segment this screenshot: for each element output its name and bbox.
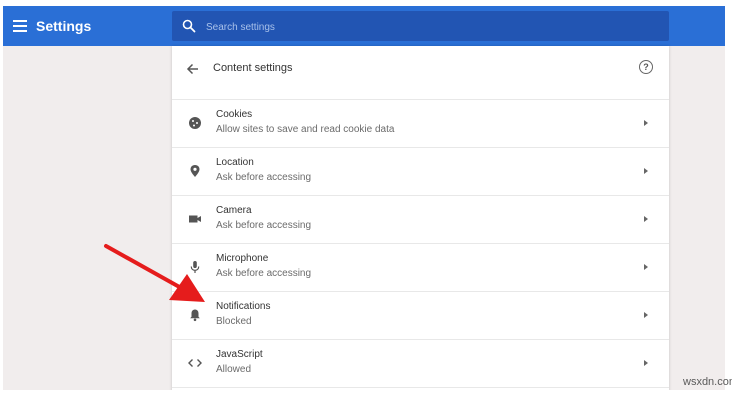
setting-row-camera[interactable]: Camera Ask before accessing bbox=[172, 196, 669, 244]
chevron-right-icon bbox=[644, 264, 648, 270]
bell-icon bbox=[190, 309, 200, 322]
setting-description: Ask before accessing bbox=[216, 220, 312, 231]
search-input[interactable] bbox=[204, 17, 658, 37]
setting-row-microphone[interactable]: Microphone Ask before accessing bbox=[172, 244, 669, 292]
setting-label: Notifications bbox=[216, 301, 271, 312]
browser-frame: Settings Content settings ? bbox=[3, 6, 725, 390]
camera-icon bbox=[189, 215, 201, 223]
back-arrow-icon[interactable] bbox=[185, 61, 201, 77]
setting-label: Microphone bbox=[216, 253, 269, 264]
setting-row-cookies[interactable]: Cookies Allow sites to save and read coo… bbox=[172, 100, 669, 148]
code-icon bbox=[188, 359, 202, 367]
help-icon[interactable]: ? bbox=[639, 60, 653, 74]
chevron-right-icon bbox=[644, 360, 648, 366]
top-bar: Settings bbox=[3, 6, 725, 46]
setting-label: Camera bbox=[216, 205, 252, 216]
card-header: Content settings ? bbox=[172, 46, 669, 100]
setting-description: Blocked bbox=[216, 316, 252, 327]
content-settings-card: Content settings ? Cookies Allow sites t… bbox=[172, 46, 669, 390]
microphone-icon bbox=[190, 261, 200, 273]
chevron-right-icon bbox=[644, 312, 648, 318]
setting-row-javascript[interactable]: JavaScript Allowed bbox=[172, 340, 669, 388]
location-pin-icon bbox=[190, 165, 200, 177]
chevron-right-icon bbox=[644, 216, 648, 222]
setting-description: Allow sites to save and read cookie data bbox=[216, 124, 395, 135]
setting-row-notifications[interactable]: Notifications Blocked bbox=[172, 292, 669, 340]
page-title: Content settings bbox=[213, 62, 293, 74]
setting-description: Ask before accessing bbox=[216, 172, 312, 183]
setting-description: Ask before accessing bbox=[216, 268, 312, 279]
setting-row-location[interactable]: Location Ask before accessing bbox=[172, 148, 669, 196]
search-box[interactable] bbox=[172, 11, 669, 41]
setting-label: Cookies bbox=[216, 109, 253, 120]
hamburger-menu-icon[interactable] bbox=[13, 18, 27, 34]
setting-label: JavaScript bbox=[216, 349, 263, 360]
search-icon bbox=[182, 19, 196, 33]
setting-label: Location bbox=[216, 157, 254, 168]
setting-description: Allowed bbox=[216, 364, 252, 375]
cookie-icon bbox=[189, 117, 201, 129]
chevron-right-icon bbox=[644, 120, 648, 126]
watermark: wsxdn.com bbox=[683, 376, 732, 388]
app-title: Settings bbox=[36, 18, 92, 34]
chevron-right-icon bbox=[644, 168, 648, 174]
